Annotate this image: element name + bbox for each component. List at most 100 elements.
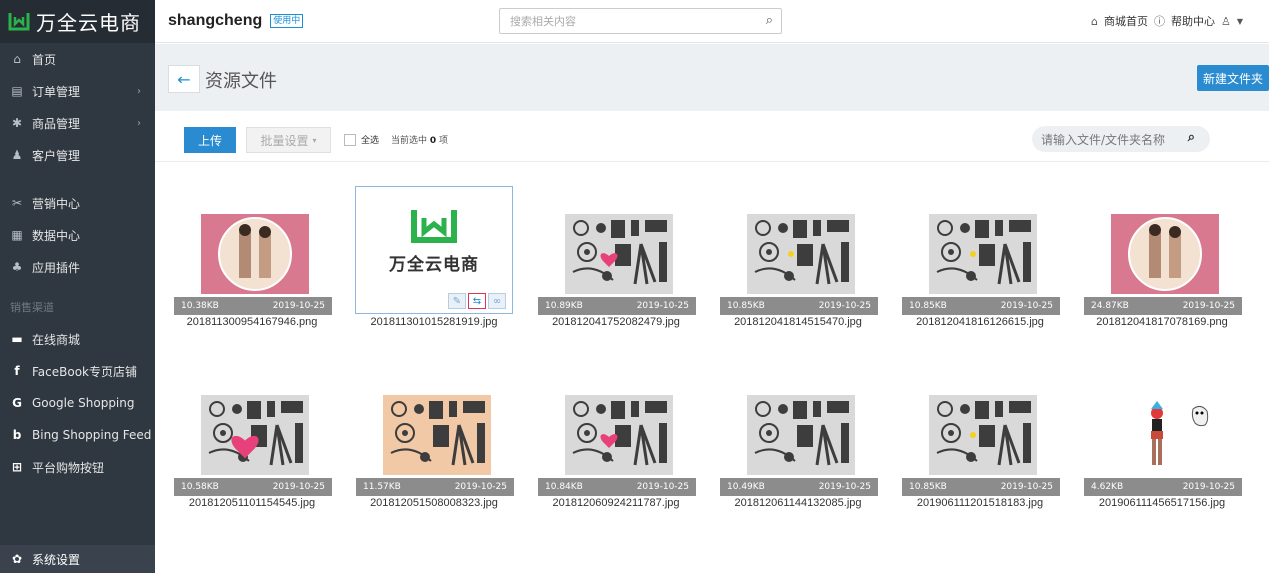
file-date: 2019-10-25 (1182, 482, 1235, 492)
thumbnail (1111, 214, 1219, 294)
file-card[interactable]: 10.85KB 2019-10-25 201906111201518183.jpg (901, 343, 1060, 513)
sidebar-item-label: 平台购物按钮 (32, 460, 105, 475)
search-placeholder: 搜索相关内容 (510, 15, 576, 28)
file-card-frame: 10.58KB 2019-10-25 (173, 367, 332, 496)
thumbnail-image (565, 214, 673, 294)
brand-name: 万全云电商 (36, 11, 141, 35)
replace-icon[interactable]: ⇆ (468, 293, 486, 309)
thumbnail-image (201, 214, 309, 294)
file-card[interactable]: 10.49KB 2019-10-25 201812061144132085.jpg (719, 343, 878, 513)
select-all-label[interactable]: 全选 (361, 133, 379, 146)
file-size: 10.85KB (909, 301, 947, 311)
sidebar: 万全云电商 ⌂ 首页 ▤ 订单管理 › ✱ 商品管理 › ♟ 客户管理 ✂ 营销中心 ▦ 数据中心 ♣ 应用… (0, 0, 155, 573)
sidebar-item-marketing[interactable]: ✂ 营销中心 (0, 187, 155, 219)
file-card[interactable]: 24.87KB 2019-10-25 201812041817078169.png (1083, 162, 1242, 332)
file-size: 10.58KB (181, 482, 219, 492)
sidebar-item-settings[interactable]: ✿ 系统设置 (0, 545, 155, 573)
thumbnail-image (747, 395, 855, 475)
file-date: 2019-10-25 (1000, 482, 1053, 492)
link-icon[interactable]: ∞ (488, 293, 506, 309)
sidebar-item-bing[interactable]: b Bing Shopping Feed (0, 419, 155, 451)
file-meta-bar: 24.87KB 2019-10-25 (1084, 297, 1242, 315)
store-icon: ▬ (11, 332, 23, 346)
file-search-placeholder: 请输入文件/文件夹名称 (1041, 132, 1166, 147)
batch-settings-button[interactable]: 批量设置 ▾ (246, 127, 331, 153)
file-name: 201812060924211787.jpg (552, 497, 680, 509)
file-card[interactable]: 10.85KB 2019-10-25 201812041814515470.jpg (719, 162, 878, 332)
file-meta-bar: 10.89KB 2019-10-25 (538, 297, 696, 315)
batch-settings-label: 批量设置 (260, 133, 309, 148)
thumbnail (565, 214, 673, 294)
file-card-frame: 10.85KB 2019-10-25 (719, 186, 878, 315)
edit-icon[interactable]: ✎ (448, 293, 466, 309)
sidebar-item-label: 营销中心 (32, 196, 81, 211)
upload-button[interactable]: 上传 (184, 127, 236, 153)
sidebar-item-goods[interactable]: ✱ 商品管理 › (0, 107, 155, 139)
file-card[interactable]: 万全云电商 ✎ ⇆ ∞ 201811301015281919.jpg (355, 162, 513, 332)
sidebar-item-data[interactable]: ▦ 数据中心 (0, 219, 155, 251)
new-folder-button[interactable]: 新建文件夹 (1197, 65, 1269, 91)
selection-count: 当前选中 0 项 (391, 133, 448, 146)
file-date: 2019-10-25 (818, 301, 871, 311)
file-card[interactable]: 11.57KB 2019-10-25 201812051508008323.jpg (355, 343, 514, 513)
sidebar-item-cart-button[interactable]: ⊞ 平台购物按钮 (0, 451, 155, 483)
thumbnail-image (1111, 214, 1219, 294)
file-name: 201811300954167946.png (186, 316, 318, 328)
file-date: 2019-10-25 (818, 482, 871, 492)
file-size: 10.85KB (727, 301, 765, 311)
file-card-frame: 10.85KB 2019-10-25 (901, 367, 1060, 496)
file-size: 24.87KB (1091, 301, 1129, 311)
search-icon[interactable]: ⌕ (1188, 130, 1195, 145)
sidebar-item-label: 应用插件 (32, 260, 81, 275)
thumbnail-image: 万全云电商 (356, 187, 512, 293)
file-card[interactable]: 10.85KB 2019-10-25 201812041816126615.jpg (901, 162, 1060, 332)
file-actions: ✎ ⇆ ∞ (448, 293, 506, 309)
sidebar-item-store[interactable]: ▬ 在线商城 (0, 323, 155, 355)
select-all-checkbox[interactable] (344, 133, 356, 146)
back-button[interactable]: ← (168, 65, 200, 93)
file-card[interactable]: 10.38KB 2019-10-25 201811300954167946.png (173, 162, 332, 332)
file-meta-bar: 10.38KB 2019-10-25 (174, 297, 332, 315)
google-icon: G (12, 396, 22, 410)
caret-down-icon[interactable]: ▼ (1237, 17, 1243, 26)
file-card[interactable]: 10.58KB 2019-10-25 201812051101154545.jpg (173, 343, 332, 513)
search-icon[interactable]: ⌕ (766, 13, 773, 28)
thumbnail (747, 214, 855, 294)
file-card[interactable]: 10.84KB 2019-10-25 201812060924211787.jpg (537, 343, 696, 513)
file-card-frame: 11.57KB 2019-10-25 (355, 367, 514, 496)
store-name[interactable]: shangcheng (168, 12, 262, 30)
sidebar-item-facebook[interactable]: f FaceBook专页店铺 (0, 355, 155, 387)
cart-button-icon: ⊞ (11, 460, 23, 474)
sidebar-item-home[interactable]: ⌂ 首页 (0, 43, 155, 75)
file-search-input[interactable]: 请输入文件/文件夹名称 ⌕ (1032, 126, 1210, 152)
file-card[interactable]: 10.89KB 2019-10-25 201812041752082479.jpg (537, 162, 696, 332)
top-right-menu: ⌂ 商城首页 ⓘ 帮助中心 ♙ ▼ (1091, 13, 1243, 29)
file-card-frame: 10.38KB 2019-10-25 (173, 186, 332, 315)
file-card[interactable]: 4.62KB 2019-10-25 201906111456517156.jpg (1083, 343, 1242, 513)
top-bar: shangcheng 使用中 搜索相关内容 ⌕ ⌂ 商城首页 ⓘ 帮助中心 ♙ … (155, 0, 1269, 43)
brand-logo[interactable]: 万全云电商 (0, 0, 155, 43)
facebook-icon: f (14, 364, 20, 378)
nav-main: ⌂ 首页 ▤ 订单管理 › ✱ 商品管理 › ♟ 客户管理 (0, 43, 155, 171)
sidebar-item-google[interactable]: G Google Shopping (0, 387, 155, 419)
user-icon[interactable]: ♙ (1221, 15, 1231, 28)
help-center-link[interactable]: 帮助中心 (1171, 13, 1215, 29)
sidebar-item-label: Bing Shopping Feed (32, 428, 152, 442)
file-meta-bar: 10.85KB 2019-10-25 (902, 297, 1060, 315)
sidebar-item-order[interactable]: ▤ 订单管理 › (0, 75, 155, 107)
thumbnail (747, 395, 855, 475)
selection-suffix: 项 (439, 136, 449, 146)
select-all-control: 全选 当前选中 0 项 (344, 133, 448, 146)
file-date: 2019-10-25 (454, 482, 507, 492)
mall-home-link[interactable]: 商城首页 (1104, 13, 1148, 29)
thumbnail (929, 214, 1037, 294)
file-date: 2019-10-25 (1000, 301, 1053, 311)
sidebar-item-customer[interactable]: ♟ 客户管理 (0, 139, 155, 171)
file-meta-bar: 11.57KB 2019-10-25 (356, 478, 514, 496)
thumbnail-image (383, 395, 491, 475)
file-card-frame: 10.89KB 2019-10-25 (537, 186, 696, 315)
search-input[interactable]: 搜索相关内容 ⌕ (499, 8, 782, 34)
brand-mark-icon (8, 12, 30, 30)
chevron-down-icon: ▾ (312, 135, 317, 145)
sidebar-item-plugin[interactable]: ♣ 应用插件 (0, 251, 155, 283)
